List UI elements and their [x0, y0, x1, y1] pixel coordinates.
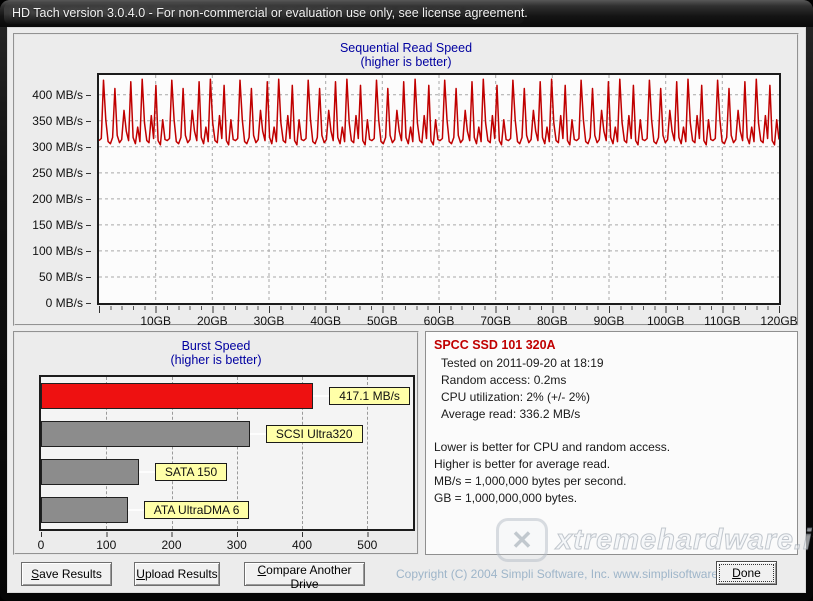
x-tick-label: 120GB [760, 314, 797, 328]
x-tick-label: 40GB [310, 314, 341, 328]
bar-connector-line [313, 395, 329, 397]
test-detail-line: Tested on 2011-09-20 at 18:19 [441, 355, 789, 372]
y-tick-label: 50 MB/s [39, 270, 91, 284]
hdtach-window: HD Tach version 3.0.4.0 - For non-commer… [0, 0, 813, 601]
note-line: Higher is better for average read. [434, 456, 789, 473]
done-label: Done [720, 565, 773, 581]
burst-plot: 417.1 MB/s SCSI Ultra320 SATA 150 [39, 375, 415, 531]
bar-connector-line [128, 509, 144, 511]
burst-bar-sata150 [41, 459, 139, 485]
burst-chart-title: Burst Speed [15, 339, 417, 353]
test-details: Tested on 2011-09-20 at 18:19 Random acc… [434, 355, 789, 423]
bar-connector-line [250, 433, 266, 435]
title-bar: HD Tach version 3.0.4.0 - For non-commer… [0, 0, 813, 27]
x-tick-label: 300 [227, 538, 247, 552]
bar-label-scsi-ultra320: SCSI Ultra320 [266, 425, 363, 443]
test-detail-line: Random access: 0.2ms [441, 372, 789, 389]
note-line: Lower is better for CPU and random acces… [434, 439, 789, 456]
results-info-panel: SPCC SSD 101 320A Tested on 2011-09-20 a… [425, 331, 798, 555]
x-tick-label: 80GB [537, 314, 568, 328]
y-tick-label: 300 MB/s [32, 140, 91, 154]
burst-bar-scsi-ultra320 [41, 421, 250, 447]
burst-x-axis: 0 100 200 300 400 500 [41, 538, 413, 551]
bar-label-sata150: SATA 150 [155, 463, 227, 481]
x-tick-label: 90GB [594, 314, 625, 328]
x-tick-label: 60GB [424, 314, 455, 328]
focus-rectangle: Done [719, 564, 774, 582]
x-tick-label: 50GB [367, 314, 398, 328]
x-tick-label: 400 [292, 538, 312, 552]
x-tick-label: 10GB [140, 314, 171, 328]
sequential-plot [97, 73, 781, 305]
drive-name: SPCC SSD 101 320A [434, 338, 789, 352]
y-tick-label: 0 MB/s [46, 296, 91, 310]
burst-x-ticks [41, 532, 414, 537]
sequential-plot-svg [99, 75, 779, 303]
y-tick-label: 250 MB/s [32, 166, 91, 180]
sequential-y-axis: 400 MB/s 350 MB/s 300 MB/s 250 MB/s 200 MB/s… [15, 73, 91, 305]
save-results-button[interactable]: Save Results [21, 562, 112, 586]
burst-bar-row: ATA UltraDMA 6 [41, 491, 413, 529]
y-tick-label: 100 MB/s [32, 244, 91, 258]
burst-speed-panel: Burst Speed (higher is better) 417.1 MB/… [13, 331, 419, 555]
x-tick-label: 70GB [480, 314, 511, 328]
sequential-x-axis: 10GB 20GB 30GB 40GB 50GB 60GB 70GB 80GB 90GB 100G… [99, 314, 779, 327]
sequential-chart-title: Sequential Read Speed [15, 41, 797, 55]
x-tick-label: 100GB [647, 314, 684, 328]
burst-chart-subtitle: (higher is better) [15, 353, 417, 367]
explanatory-notes: Lower is better for CPU and random acces… [434, 439, 789, 507]
bar-label-ata-ultradma6: ATA UltraDMA 6 [144, 501, 250, 519]
copyright-text: Copyright (C) 2004 Simpli Software, Inc.… [396, 567, 744, 581]
burst-bar-row: SATA 150 [41, 453, 413, 491]
x-tick-label: 110GB [704, 314, 740, 328]
y-tick-label: 400 MB/s [32, 88, 91, 102]
x-tick-label: 30GB [254, 314, 285, 328]
sequential-read-panel: Sequential Read Speed (higher is better)… [13, 33, 799, 326]
burst-bar-tested-drive [41, 383, 313, 409]
x-tick-label: 200 [162, 538, 182, 552]
upload-results-label: Upload Results [135, 567, 219, 581]
y-tick-label: 200 MB/s [32, 192, 91, 206]
sequential-x-major-ticks [99, 306, 780, 313]
y-tick-label: 350 MB/s [32, 114, 91, 128]
burst-bar-ata-ultradma6 [41, 497, 128, 523]
bar-connector-line [139, 471, 155, 473]
test-detail-line: CPU utilization: 2% (+/- 2%) [441, 389, 789, 406]
upload-results-button[interactable]: Upload Results [134, 562, 220, 586]
compare-another-drive-label: Compare Another Drive [245, 563, 364, 591]
note-line: GB = 1,000,000,000 bytes. [434, 490, 789, 507]
x-tick-label: 20GB [197, 314, 228, 328]
y-tick-label: 150 MB/s [32, 218, 91, 232]
test-detail-line: Average read: 336.2 MB/s [441, 406, 789, 423]
compare-another-drive-button[interactable]: Compare Another Drive [244, 562, 365, 586]
bar-label-tested-drive: 417.1 MB/s [329, 387, 410, 405]
note-line: MB/s = 1,000,000 bytes per second. [434, 473, 789, 490]
burst-bar-row: SCSI Ultra320 [41, 415, 413, 453]
client-area: Sequential Read Speed (higher is better)… [7, 27, 806, 593]
burst-bar-row: 417.1 MB/s [41, 377, 413, 415]
x-tick-label: 500 [357, 538, 377, 552]
done-button[interactable]: Done [716, 561, 777, 585]
x-tick-label: 100 [96, 538, 116, 552]
burst-bars: 417.1 MB/s SCSI Ultra320 SATA 150 [41, 377, 413, 529]
save-results-label: Save Results [22, 567, 111, 581]
x-tick-label: 0 [38, 538, 45, 552]
window-title: HD Tach version 3.0.4.0 - For non-commer… [12, 6, 528, 20]
sequential-chart-subtitle: (higher is better) [15, 55, 797, 69]
